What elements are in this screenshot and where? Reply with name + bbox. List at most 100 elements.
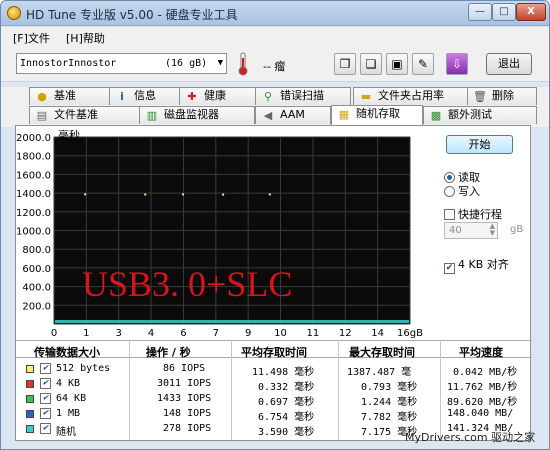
app-window: HD Tune 专业版 v5.00 - 硬盘专业工具 — □ X [F]文件 [… (0, 0, 550, 450)
row-ops: 86 IOPS (163, 363, 206, 374)
tab-info[interactable]: i 信息 (109, 87, 181, 105)
tab-extra-tests[interactable]: ▩ 额外测试 (423, 106, 537, 124)
row-label: 1 MB (56, 408, 81, 419)
data-point (182, 193, 185, 196)
health-cross-icon: ✚ (187, 90, 197, 103)
trash-icon: 🗑 (473, 90, 487, 103)
spinner-arrows-icon[interactable]: ▲ ▼ (490, 223, 495, 237)
row-ops: 3011 IOPS (157, 378, 212, 389)
align-4kb-checkbox[interactable]: ✔ 4 KB 对齐 (444, 256, 509, 274)
col-header-avg-access: 平均存取时间 (241, 346, 307, 359)
quick-stroke-spinner[interactable]: 40 ▲ ▼ (444, 222, 498, 239)
tab-label: 随机存取 (356, 107, 400, 120)
table-row: ✔ 1 MB 148 IOPS 6.754 毫秒 7.782 毫秒 148.040 MB/ (16, 407, 532, 423)
title-bar: HD Tune 专业版 v5.00 - 硬盘专业工具 — □ X (1, 1, 549, 26)
row-checkbox[interactable]: ✔ (40, 408, 51, 419)
quick-stroke-label: 快捷行程 (458, 208, 502, 221)
row-checkbox[interactable]: ✔ (40, 423, 51, 434)
tab-folder-usage[interactable]: ▬ 文件夹占用率 (353, 87, 469, 105)
tab-erase[interactable]: 🗑 删除 (467, 87, 537, 105)
results-table: 传输数据大小 操作 / 秒 平均存取时间 最大存取时间 平均速度 ✔ 512 by… (16, 340, 532, 440)
row-speed: 0.042 MB/秒 (453, 367, 518, 378)
chart-overlay-text: USB3. 0+SLC (82, 264, 292, 304)
start-button[interactable]: 开始 (446, 135, 513, 154)
row-label: 512 bytes (56, 363, 111, 374)
radio-dot (444, 172, 455, 183)
series-swatch (26, 365, 34, 373)
y-tick-labels: 2000.0 1800.0 1600.0 1400.0 1200.0 1000.0 800.… (16, 133, 51, 312)
quick-stroke-checkbox[interactable]: 快捷行程 (444, 206, 502, 222)
x-tick-label: 10 (274, 328, 287, 338)
random-access-icon: ▦ (338, 108, 350, 121)
menu-help[interactable]: [H]帮助 (66, 30, 105, 46)
x-tick-label: 16gB (397, 328, 423, 338)
spinner-value: 40 (449, 225, 462, 236)
tab-file-benchmark[interactable]: ▤ 文件基准 (29, 106, 141, 124)
row-ops: 278 IOPS (163, 423, 212, 434)
x-tick-label: 3 (116, 328, 122, 338)
table-row: ✔ 512 bytes 86 IOPS 11.498 毫秒 1387.487 毫 0.04… (16, 362, 532, 378)
temperature-readout: -- 瘤 (263, 60, 286, 73)
speaker-icon: ◀ (263, 109, 273, 122)
tab-label: 额外测试 (448, 108, 492, 121)
row-avg: 0.697 毫秒 (258, 397, 315, 408)
menu-file[interactable]: [F]文件 (13, 30, 50, 46)
download-icon[interactable]: ⇩ (446, 53, 468, 75)
copy-screen-icon[interactable]: ❏ (360, 53, 382, 75)
series-swatch (26, 425, 34, 433)
tab-health[interactable]: ✚ 健康 (179, 87, 257, 105)
drive-select[interactable]: InnostorInnostor (16 gB) ▼ (16, 53, 227, 74)
info-icon: i (120, 90, 124, 103)
row-ops: 148 IOPS (163, 408, 212, 419)
data-point (222, 193, 225, 196)
tab-label: 删除 (492, 89, 514, 102)
tab-label: 文件基准 (54, 108, 98, 121)
row-max: 1.244 毫秒 (361, 397, 418, 408)
minimize-button[interactable]: — (468, 3, 492, 21)
radio-dot (444, 186, 455, 197)
close-button[interactable]: X (516, 3, 546, 21)
row-max: 7.782 毫秒 (361, 412, 418, 423)
x-tick-labels: 0 1 3 4 6 7 9 10 11 12 14 16gB (51, 328, 423, 338)
y-tick-label: 1400.0 (16, 189, 51, 200)
copy-info-icon[interactable]: ❐ (334, 53, 356, 75)
row-checkbox[interactable]: ✔ (40, 393, 51, 404)
row-avg: 6.754 毫秒 (258, 412, 315, 423)
tab-disk-monitor[interactable]: ▥ 磁盘监视器 (139, 106, 255, 124)
series-swatch (26, 410, 34, 418)
save-icon[interactable]: ▣ (386, 53, 408, 75)
checkbox-box (444, 209, 455, 220)
y-tick-label: 1000.0 (16, 227, 51, 238)
maximize-button[interactable]: □ (492, 3, 516, 21)
x-tick-label: 12 (339, 328, 352, 338)
tab-aam[interactable]: ◀ AAM (255, 106, 331, 124)
bulb-icon: ● (37, 90, 47, 103)
y-axis-label: 毫秒 (58, 128, 80, 142)
spinner-unit: gB (510, 224, 524, 235)
col-header-size: 传输数据大小 (34, 346, 100, 359)
row-label: 4 KB (56, 378, 81, 389)
app-logo-icon (7, 6, 21, 20)
tab-label: 健康 (204, 89, 226, 102)
row-label: 64 KB (56, 393, 87, 404)
row-checkbox[interactable]: ✔ (40, 363, 51, 374)
tab-label: AAM (280, 108, 305, 121)
row-checkbox[interactable]: ✔ (40, 378, 51, 389)
watermark: MyDrivers.com 驱动之家 (405, 431, 536, 444)
y-tick-label: 400.0 (22, 283, 51, 294)
write-radio[interactable]: 写入 (444, 183, 480, 199)
row-avg: 0.332 毫秒 (258, 382, 315, 393)
tab-label: 基准 (54, 89, 76, 102)
y-tick-label: 2000.0 (16, 133, 51, 144)
write-label: 写入 (458, 185, 480, 198)
options-icon[interactable]: ✎ (412, 53, 434, 75)
exit-button[interactable]: 退出 (486, 53, 532, 75)
col-header-max-access: 最大存取时间 (349, 346, 415, 359)
x-tick-label: 9 (245, 328, 251, 338)
row-speed: 148.040 MB/ (447, 408, 514, 419)
tab-error-scan[interactable]: ⚲ 错误扫描 (255, 87, 351, 105)
tab-random-access[interactable]: ▦ 随机存取 (331, 105, 423, 125)
y-tick-label: 800.0 (22, 245, 51, 256)
table-row: ✔ 64 KB 1433 IOPS 0.697 毫秒 1.244 毫秒 89.620 MB… (16, 392, 532, 408)
x-tick-label: 1 (83, 328, 89, 338)
